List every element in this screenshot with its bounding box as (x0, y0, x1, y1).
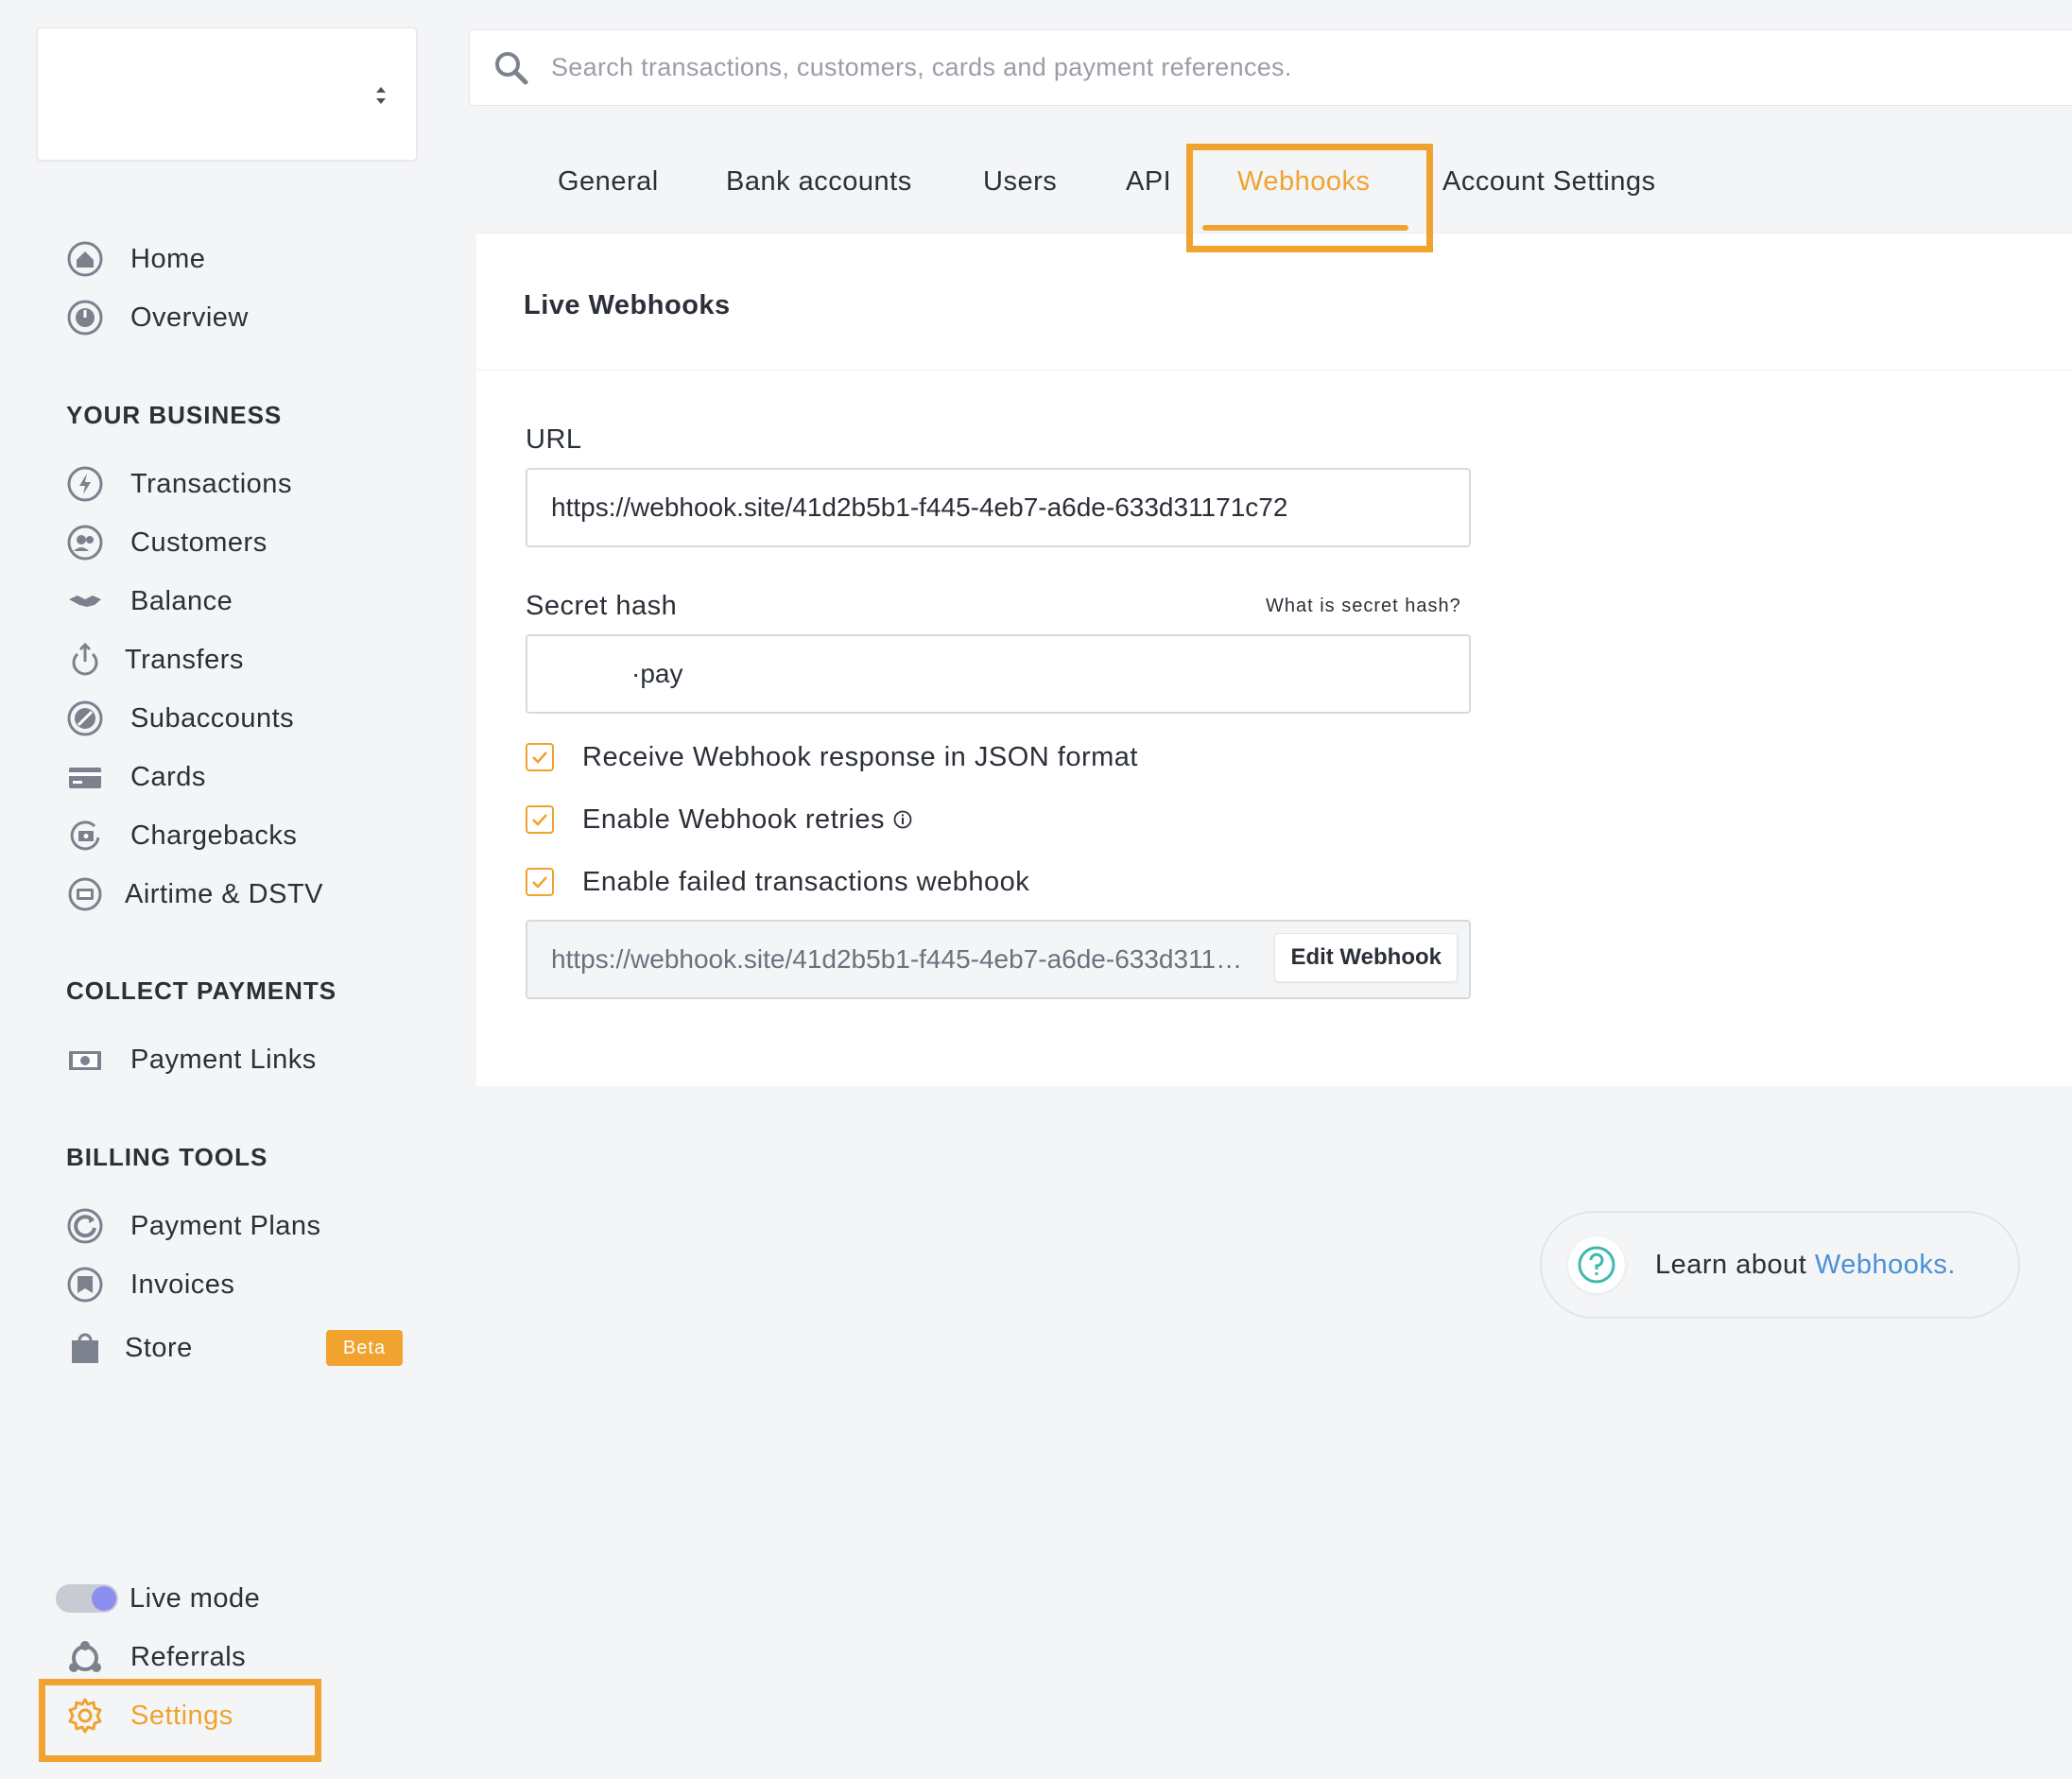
subaccounts-icon (66, 700, 104, 737)
sidebar-item-label: Transfers (125, 644, 244, 675)
payment-links-icon (66, 1041, 104, 1079)
webhook-retries-checkbox[interactable] (526, 805, 554, 834)
search-icon (495, 51, 528, 84)
failed-transactions-option[interactable]: Enable failed transactions webhook (526, 866, 1029, 898)
section-heading-your-business: YOUR BUSINESS (66, 401, 283, 429)
sidebar-item-payment-plans[interactable]: Payment Plans (66, 1207, 321, 1245)
json-format-option[interactable]: Receive Webhook response in JSON format (526, 741, 1138, 773)
saved-webhook-bar: https://webhook.site/41d2b5b1-f445-4eb7-… (526, 920, 1471, 999)
sidebar-item-label: Subaccounts (130, 702, 295, 734)
url-input[interactable]: https://webhook.site/41d2b5b1-f445-4eb7-… (526, 468, 1471, 547)
webhooks-doc-link[interactable]: Webhooks. (1815, 1250, 1956, 1280)
customers-icon (66, 524, 104, 561)
sidebar-item-label: Payment Links (130, 1044, 317, 1075)
sidebar-item-label: Chargebacks (130, 820, 298, 851)
sidebar-item-label: Cards (130, 761, 206, 792)
sidebar-item-label: Invoices (130, 1269, 235, 1300)
sort-chevrons-icon (376, 87, 386, 104)
check-icon (532, 814, 547, 826)
help-icon-wrapper (1568, 1236, 1625, 1293)
tab-general[interactable]: General (558, 166, 659, 198)
saved-webhook-url: https://webhook.site/41d2b5b1-f445-4eb7-… (551, 944, 1251, 974)
sidebar-item-referrals[interactable]: Referrals (66, 1638, 246, 1676)
sidebar-item-label: Transactions (130, 468, 292, 499)
sidebar-item-airtime-dstv[interactable]: Airtime & DSTV (66, 875, 323, 913)
tab-api[interactable]: API (1126, 166, 1171, 198)
sidebar-item-label: Overview (130, 302, 249, 333)
tab-account-settings[interactable]: Account Settings (1442, 166, 1656, 198)
secret-hash-input[interactable]: ·pay (526, 634, 1471, 714)
json-format-checkbox[interactable] (526, 743, 554, 771)
sidebar-item-store[interactable]: Store (66, 1329, 193, 1367)
secret-hash-help-link[interactable]: What is secret hash? (1266, 596, 1461, 617)
learn-about-webhooks[interactable]: Learn about Webhooks. (1540, 1211, 2020, 1319)
sidebar-item-label: Airtime & DSTV (125, 878, 324, 909)
live-webhooks-card: Live Webhooks URL https://webhook.site/4… (476, 233, 2072, 1086)
card-divider (476, 370, 2072, 371)
payment-plans-icon (66, 1207, 104, 1245)
checkbox-label: Receive Webhook response in JSON format (582, 741, 1138, 772)
search-bar[interactable]: Search transactions, customers, cards an… (469, 29, 2072, 106)
sidebar-item-label: Home (130, 243, 206, 274)
sidebar-item-balance[interactable]: Balance (66, 582, 233, 620)
url-label: URL (526, 424, 582, 455)
tab-bank-accounts[interactable]: Bank accounts (726, 166, 912, 198)
balance-icon (66, 582, 104, 620)
sidebar-item-subaccounts[interactable]: Subaccounts (66, 700, 294, 737)
transfers-icon (66, 641, 104, 679)
edit-webhook-button[interactable]: Edit Webhook (1274, 933, 1458, 982)
sidebar-item-label: Payment Plans (130, 1210, 321, 1241)
secret-hash-label: Secret hash (526, 591, 678, 621)
sidebar-item-transactions[interactable]: Transactions (66, 465, 292, 503)
question-circle-icon (1578, 1246, 1615, 1284)
sidebar-item-home[interactable]: Home (66, 240, 205, 278)
referrals-icon (66, 1638, 104, 1676)
sidebar-item-cards[interactable]: Cards (66, 758, 206, 796)
sidebar-item-label: Customers (130, 527, 268, 558)
sidebar-item-label: Live mode (130, 1582, 261, 1614)
sidebar-item-live-mode: Live mode (130, 1580, 260, 1617)
invoices-icon (66, 1266, 104, 1304)
webhook-retries-option[interactable]: Enable Webhook retries (526, 803, 913, 836)
search-input[interactable]: Search transactions, customers, cards an… (551, 53, 1292, 82)
checkbox-label: Enable failed transactions webhook (582, 866, 1030, 897)
beta-badge: Beta (326, 1330, 403, 1366)
help-prefix: Learn about (1655, 1249, 1807, 1280)
check-icon (532, 751, 547, 764)
toggle-knob (92, 1586, 116, 1611)
info-icon[interactable] (892, 809, 913, 830)
settings-highlight-box (39, 1679, 321, 1762)
home-icon (66, 240, 104, 278)
live-mode-toggle[interactable] (56, 1584, 118, 1613)
sidebar-item-label: Store (125, 1332, 193, 1363)
section-heading-collect-payments: COLLECT PAYMENTS (66, 976, 337, 1005)
chargebacks-icon (66, 817, 104, 855)
webhooks-tab-highlight-box (1186, 144, 1433, 252)
failed-transactions-checkbox[interactable] (526, 868, 554, 896)
help-text: Learn about Webhooks. (1655, 1250, 1956, 1281)
sidebar-item-customers[interactable]: Customers (66, 524, 268, 561)
overview-icon (66, 299, 104, 337)
card-title: Live Webhooks (524, 290, 731, 320)
cards-icon (66, 758, 104, 796)
tab-users[interactable]: Users (983, 166, 1057, 198)
sidebar-item-invoices[interactable]: Invoices (66, 1266, 234, 1304)
sidebar-item-label: Balance (130, 585, 233, 616)
sidebar-item-chargebacks[interactable]: Chargebacks (66, 817, 297, 855)
check-icon (532, 876, 547, 889)
store-icon (66, 1329, 104, 1367)
business-switcher[interactable] (37, 27, 417, 161)
section-heading-billing-tools: BILLING TOOLS (66, 1143, 268, 1171)
sidebar-item-transfers[interactable]: Transfers (66, 641, 244, 679)
transactions-icon (66, 465, 104, 503)
checkbox-label: Enable Webhook retries (582, 803, 885, 835)
sidebar-item-overview[interactable]: Overview (66, 299, 249, 337)
airtime-icon (66, 875, 104, 913)
sidebar-item-label: Referrals (130, 1641, 247, 1672)
sidebar-item-payment-links[interactable]: Payment Links (66, 1041, 317, 1079)
